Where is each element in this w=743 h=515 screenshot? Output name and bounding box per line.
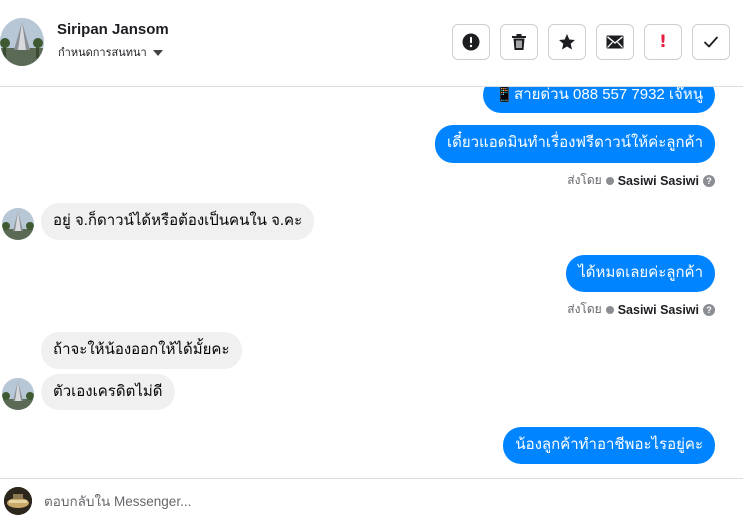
incoming-message[interactable]: ถ้าจะให้น้องออกให้ได้มั้ยคะ — [41, 332, 242, 369]
sent-by-label: ส่งโดย Sasiwi Sasiwi ? — [567, 300, 715, 319]
mark-important-button[interactable]: ! — [644, 24, 682, 60]
messenger-conversation-window: Siripan Jansom กำหนดการสนทนา ! 📱สายด่วน … — [0, 0, 743, 515]
message-text: น้องลูกค้าทำอาชีพอะไรอยู่คะ — [515, 436, 703, 453]
caret-down-icon — [152, 49, 163, 56]
message-text: ได้หมดเลยค่ะลูกค้า — [578, 264, 703, 281]
envelope-icon — [606, 35, 624, 49]
conversation-schedule-label: กำหนดการสนทนา — [58, 47, 147, 59]
message-text: ตัวเองเครดิตไม่ดี — [53, 383, 163, 400]
contact-name[interactable]: Siripan Jansom — [57, 21, 169, 38]
sent-by-prefix: ส่งโดย — [567, 302, 602, 316]
star-icon — [559, 34, 575, 50]
sender-name[interactable]: Sasiwi Sasiwi — [618, 303, 699, 317]
message-text: ถ้าจะให้น้องออกให้ได้มั้ยคะ — [53, 341, 230, 358]
conversation-header: Siripan Jansom กำหนดการสนทนา ! — [0, 0, 743, 87]
contact-avatar-small[interactable] — [2, 378, 34, 410]
sent-by-label: ส่งโดย Sasiwi Sasiwi ? — [567, 171, 715, 190]
message-text: เดี๋ยวแอดมินทำเรื่องฟรีดาวน์ให้ค่ะลูกค้า — [446, 134, 703, 151]
message-text: 📱สายด่วน 088 557 7932 เจ๊หนู — [495, 87, 703, 103]
contact-avatar-small[interactable] — [2, 208, 34, 240]
help-icon[interactable]: ? — [703, 174, 715, 187]
conversation-schedule-dropdown[interactable]: กำหนดการสนทนา — [58, 43, 163, 61]
page-avatar — [4, 487, 32, 515]
contact-avatar[interactable] — [0, 18, 44, 66]
incoming-message[interactable]: อยู่ จ.ก็ดาวน์ได้หรือต้องเป็นคนใน จ.คะ — [41, 203, 315, 240]
conversation-toolbar: ! — [452, 24, 730, 60]
red-exclamation-icon: ! — [659, 32, 667, 52]
star-button[interactable] — [548, 24, 586, 60]
mark-unread-button[interactable] — [596, 24, 634, 60]
trash-icon — [512, 34, 526, 50]
help-icon[interactable]: ? — [703, 303, 715, 316]
incoming-message[interactable]: ตัวเองเครดิตไม่ดี — [41, 374, 175, 410]
report-spam-button[interactable] — [452, 24, 490, 60]
verified-icon — [605, 305, 614, 314]
reply-input[interactable] — [44, 491, 724, 511]
outgoing-message[interactable]: 📱สายด่วน 088 557 7932 เจ๊หนู — [483, 87, 715, 113]
outgoing-message[interactable]: ได้หมดเลยค่ะลูกค้า — [566, 255, 715, 292]
outgoing-message[interactable]: เดี๋ยวแอดมินทำเรื่องฟรีดาวน์ให้ค่ะลูกค้า — [434, 125, 715, 163]
delete-button[interactable] — [500, 24, 538, 60]
message-text: อยู่ จ.ก็ดาวน์ได้หรือต้องเป็นคนใน จ.คะ — [53, 212, 303, 229]
message-thread[interactable]: 📱สายด่วน 088 557 7932 เจ๊หนู เดี๋ยวแอดมิ… — [0, 87, 743, 477]
sent-by-prefix: ส่งโดย — [567, 173, 602, 187]
outgoing-message[interactable]: น้องลูกค้าทำอาชีพอะไรอยู่คะ — [503, 427, 715, 464]
sender-name[interactable]: Sasiwi Sasiwi — [618, 174, 699, 188]
mark-done-button[interactable] — [692, 24, 730, 60]
exclamation-circle-icon — [462, 33, 480, 51]
verified-icon — [605, 176, 614, 185]
reply-composer — [0, 478, 743, 515]
checkmark-icon — [704, 36, 718, 48]
